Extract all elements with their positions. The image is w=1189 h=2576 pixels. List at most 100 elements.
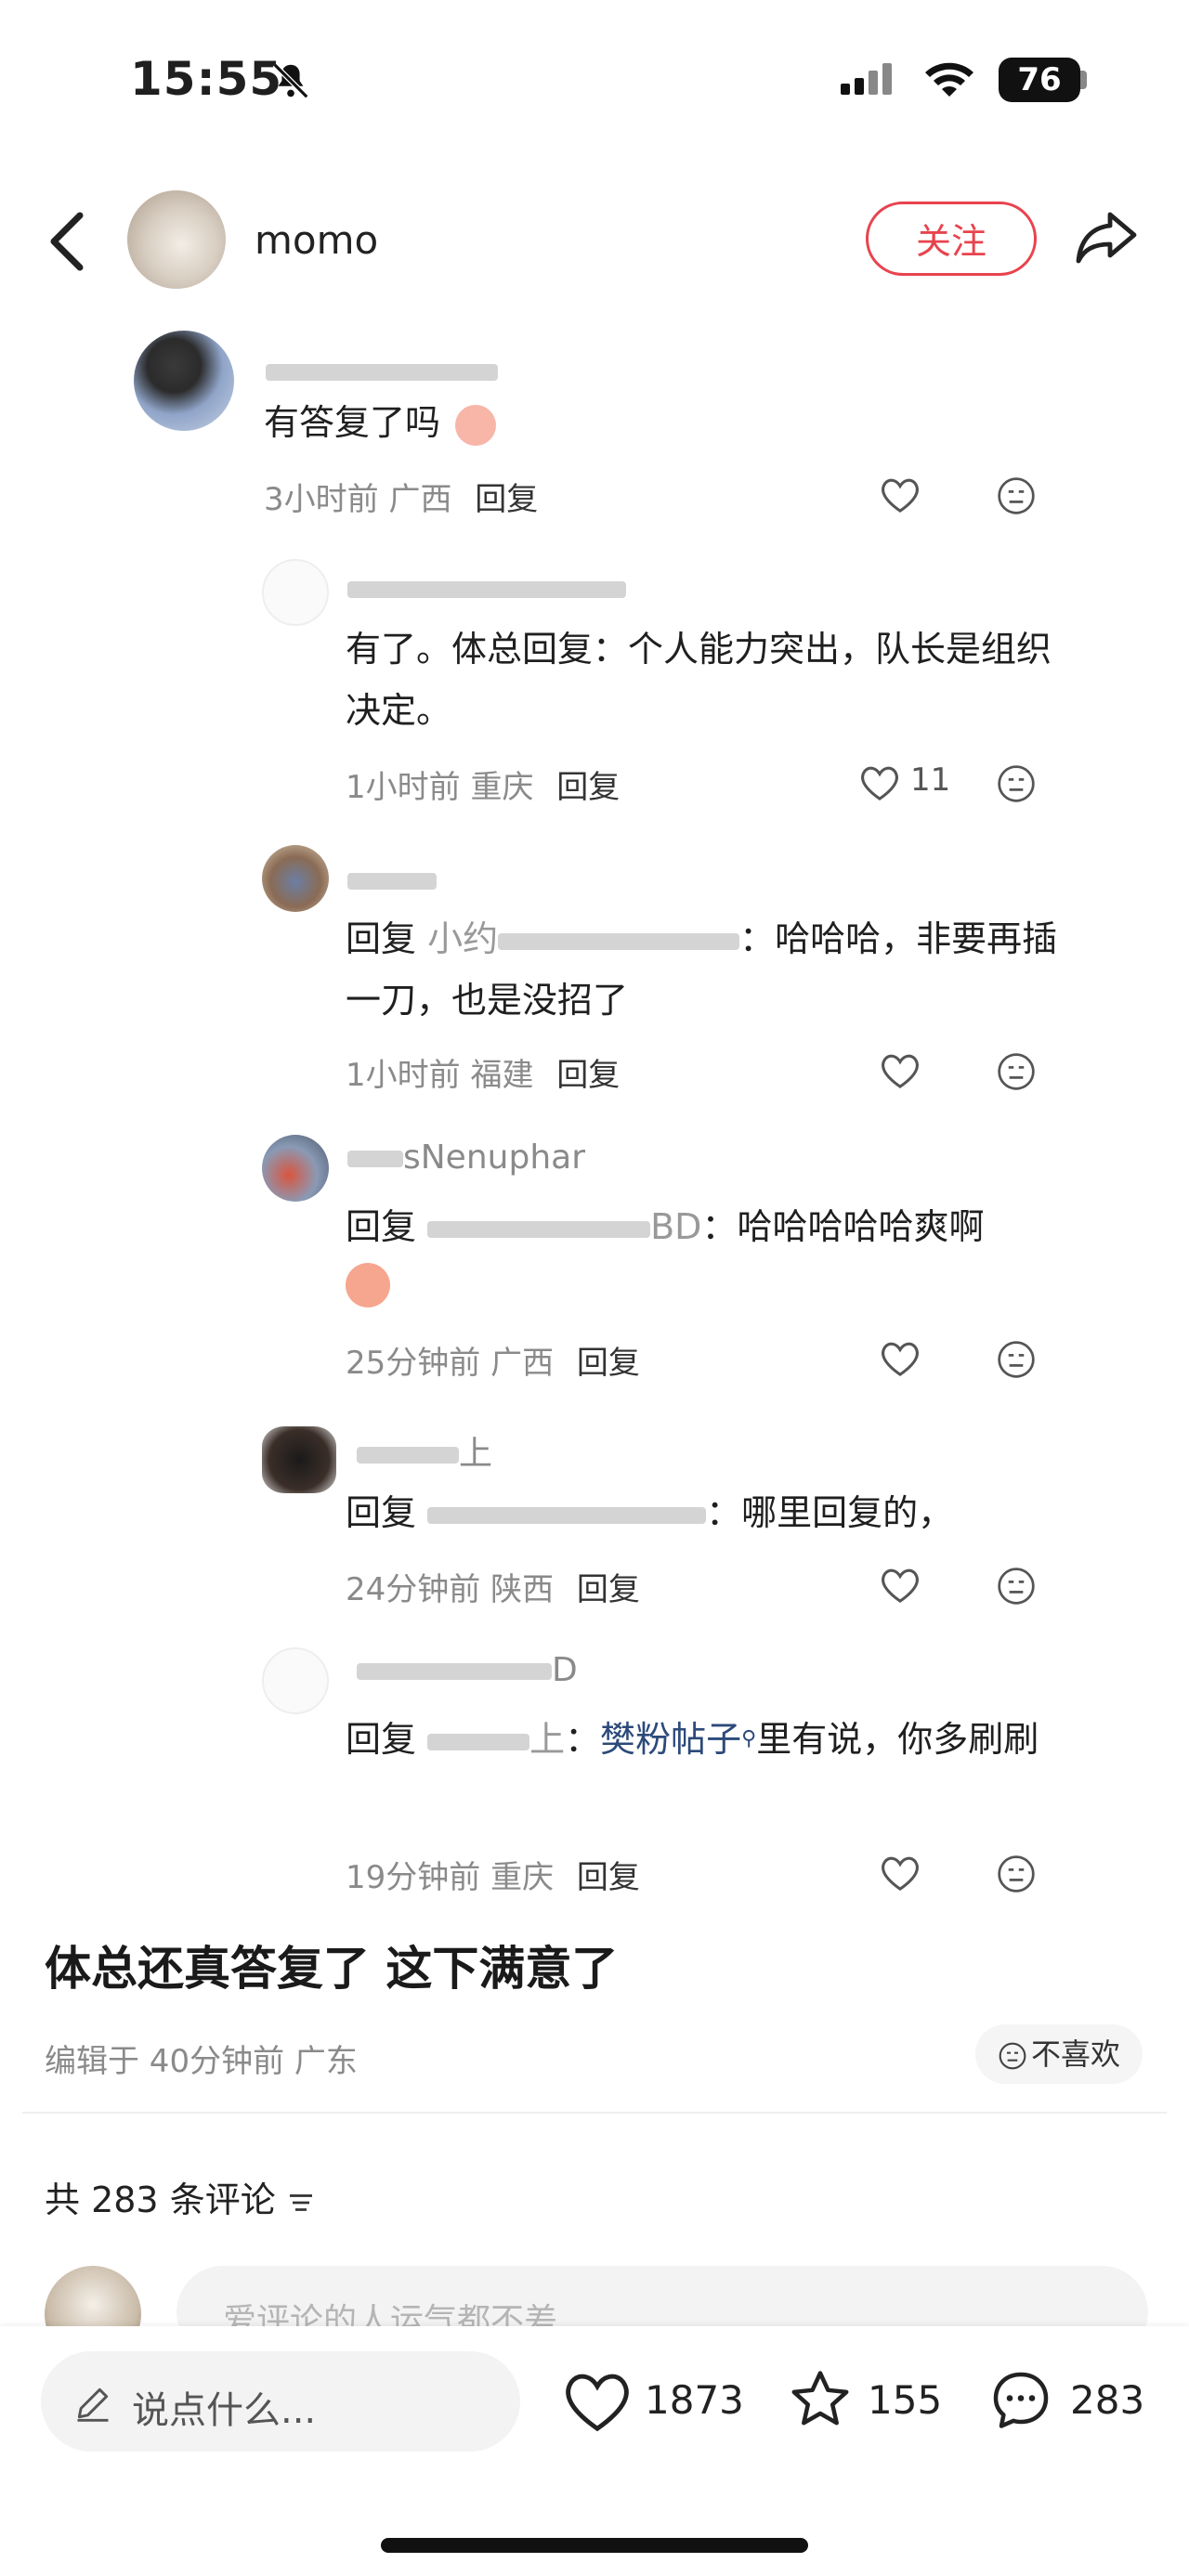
reply-target-name[interactable]: 小约 — [427, 918, 498, 959]
heart-icon[interactable] — [858, 763, 901, 802]
reply-text: 回复 ：哪里回复的， — [346, 1482, 1070, 1543]
dislike-face-icon[interactable] — [996, 1339, 1037, 1380]
comment-location: 广西 — [388, 481, 452, 518]
reply-text-content: ：哪里回复的， — [706, 1492, 954, 1533]
home-indicator[interactable] — [381, 2538, 808, 2553]
heart-icon[interactable] — [879, 1566, 921, 1605]
comment-location: 福建 — [470, 1057, 534, 1094]
like-count: 11 — [910, 761, 951, 799]
replier-avatar[interactable] — [262, 559, 329, 626]
pencil-icon — [77, 2387, 109, 2422]
cellular-signal-icon — [841, 63, 896, 95]
comment-text: 有答复了吗 — [264, 392, 497, 453]
replier-avatar[interactable] — [262, 1426, 336, 1493]
star-icon[interactable] — [784, 2366, 856, 2433]
comment-time: 1小时前 — [346, 769, 461, 806]
reply-button[interactable]: 回复 — [556, 1057, 620, 1094]
replier-avatar[interactable] — [262, 1647, 329, 1714]
dislike-face-icon[interactable] — [996, 1566, 1037, 1607]
comment-count-header[interactable]: 共 283 条评论 — [45, 2171, 315, 2222]
reply-button[interactable]: 回复 — [475, 481, 538, 518]
author-name[interactable]: momo — [255, 217, 378, 263]
reply-text-content: 里有说，你多刷刷 — [756, 1719, 1039, 1760]
dislike-face-icon[interactable] — [996, 1854, 1037, 1894]
reply-text: 回复 小约 ：哈哈哈，非要再插一刀，也是没招了 — [346, 908, 1061, 1031]
status-time: 15:55 — [130, 52, 283, 106]
sort-icon[interactable] — [287, 2192, 315, 2214]
topic-link[interactable]: 樊粉帖子 — [600, 1719, 741, 1760]
dislike-face-icon[interactable] — [996, 763, 1037, 804]
battery-cap — [1080, 71, 1087, 89]
comment-text-content: 有答复了吗 — [264, 402, 441, 443]
replier-name-text: sNenuphar — [403, 1138, 585, 1177]
reply-colon: ： — [565, 1719, 601, 1760]
replier-avatar[interactable] — [262, 1135, 329, 1202]
comment-count-text: 共 283 条评论 — [45, 2179, 276, 2220]
comment-meta: 3小时前 广西 回复 — [264, 474, 538, 519]
dislike-face-icon[interactable] — [996, 475, 1037, 516]
post-title: 体总还真答复了 这下满意了 — [45, 1942, 619, 1996]
dislike-face-icon[interactable] — [996, 1051, 1037, 1092]
comment-location: 陕西 — [490, 1571, 555, 1608]
reply-text: 回复 上：樊粉帖子⚲里有说，你多刷刷 — [346, 1709, 1061, 1770]
wifi-icon — [925, 62, 973, 97]
comment-meta: 19分钟前 重庆 回复 — [346, 1852, 640, 1897]
like-count: 1873 — [645, 2377, 744, 2423]
comment-bubble-icon[interactable] — [985, 2366, 1057, 2433]
name-blurred-part — [357, 1663, 552, 1680]
reply-button[interactable]: 回复 — [577, 1345, 640, 1382]
replier-name: sNenuphar — [347, 1138, 585, 1177]
commenter-avatar[interactable] — [134, 331, 234, 431]
comment-meta: 24分钟前 陕西 回复 — [346, 1564, 640, 1609]
search-icon[interactable]: ⚲ — [741, 1727, 756, 1750]
replier-name-text: D — [552, 1651, 578, 1689]
reply-prefix: 回复 — [346, 918, 417, 959]
comment-time: 3小时前 — [264, 481, 379, 518]
name-blurred-part — [357, 1447, 459, 1464]
replier-name: D — [357, 1651, 578, 1689]
reply-button[interactable]: 回复 — [577, 1859, 640, 1896]
heart-icon[interactable] — [879, 1854, 921, 1893]
dislike-face-icon — [999, 2042, 1026, 2070]
reply-target-blurred — [427, 1733, 530, 1750]
heart-icon[interactable] — [879, 475, 921, 514]
reply-target-blurred — [427, 1220, 651, 1238]
reply-button[interactable]: 回复 — [577, 1571, 640, 1608]
share-icon[interactable] — [1073, 206, 1140, 267]
say-something-placeholder: 说点什么... — [132, 2389, 317, 2432]
replier-name-blurred — [347, 581, 626, 598]
back-arrow-icon[interactable] — [45, 209, 89, 274]
battery-indicator: 76 — [999, 58, 1080, 102]
commenter-name-blurred — [266, 364, 498, 384]
reply-button[interactable]: 回复 — [556, 769, 620, 806]
reply-text: 回复 BD：哈哈哈哈哈爽啊 — [346, 1196, 1070, 1257]
comment-time: 25分钟前 — [346, 1345, 481, 1382]
comment-location: 重庆 — [470, 769, 534, 806]
reply-target-name[interactable]: BD — [650, 1206, 701, 1247]
edited-info: 编辑于 40分钟前 广东 — [45, 2043, 358, 2080]
reply-prefix: 回复 — [346, 1492, 417, 1533]
reply-target-name[interactable]: 上 — [529, 1719, 565, 1760]
dislike-button[interactable]: 不喜欢 — [975, 2024, 1143, 2084]
comment-location: 重庆 — [490, 1859, 555, 1896]
comment-meta: 1小时前 福建 回复 — [346, 1049, 620, 1095]
reply-text: 有了。体总回复：个人能力突出，队长是组织决定。 — [346, 629, 1052, 731]
replier-avatar[interactable] — [262, 845, 329, 912]
name-blurred-part — [347, 1151, 403, 1167]
replier-name: 上 — [357, 1426, 492, 1475]
surprised-emoji-icon — [346, 1263, 390, 1308]
heart-icon[interactable] — [879, 1051, 921, 1090]
reply-target-blurred — [427, 1506, 707, 1524]
replier-name-text: 上 — [459, 1435, 493, 1473]
follow-button[interactable]: 关注 — [866, 202, 1037, 276]
author-avatar[interactable] — [127, 190, 226, 289]
reply-text-content: ：哈哈哈哈哈爽啊 — [701, 1206, 985, 1247]
like-heart-icon[interactable] — [561, 2368, 634, 2435]
reply-prefix: 回复 — [346, 1719, 417, 1760]
star-count: 155 — [868, 2377, 943, 2423]
divider — [22, 2112, 1167, 2114]
heart-icon[interactable] — [879, 1339, 921, 1378]
comment-time: 24分钟前 — [346, 1571, 481, 1608]
comment-time: 1小时前 — [346, 1057, 461, 1094]
dislike-label: 不喜欢 — [1030, 2036, 1120, 2072]
